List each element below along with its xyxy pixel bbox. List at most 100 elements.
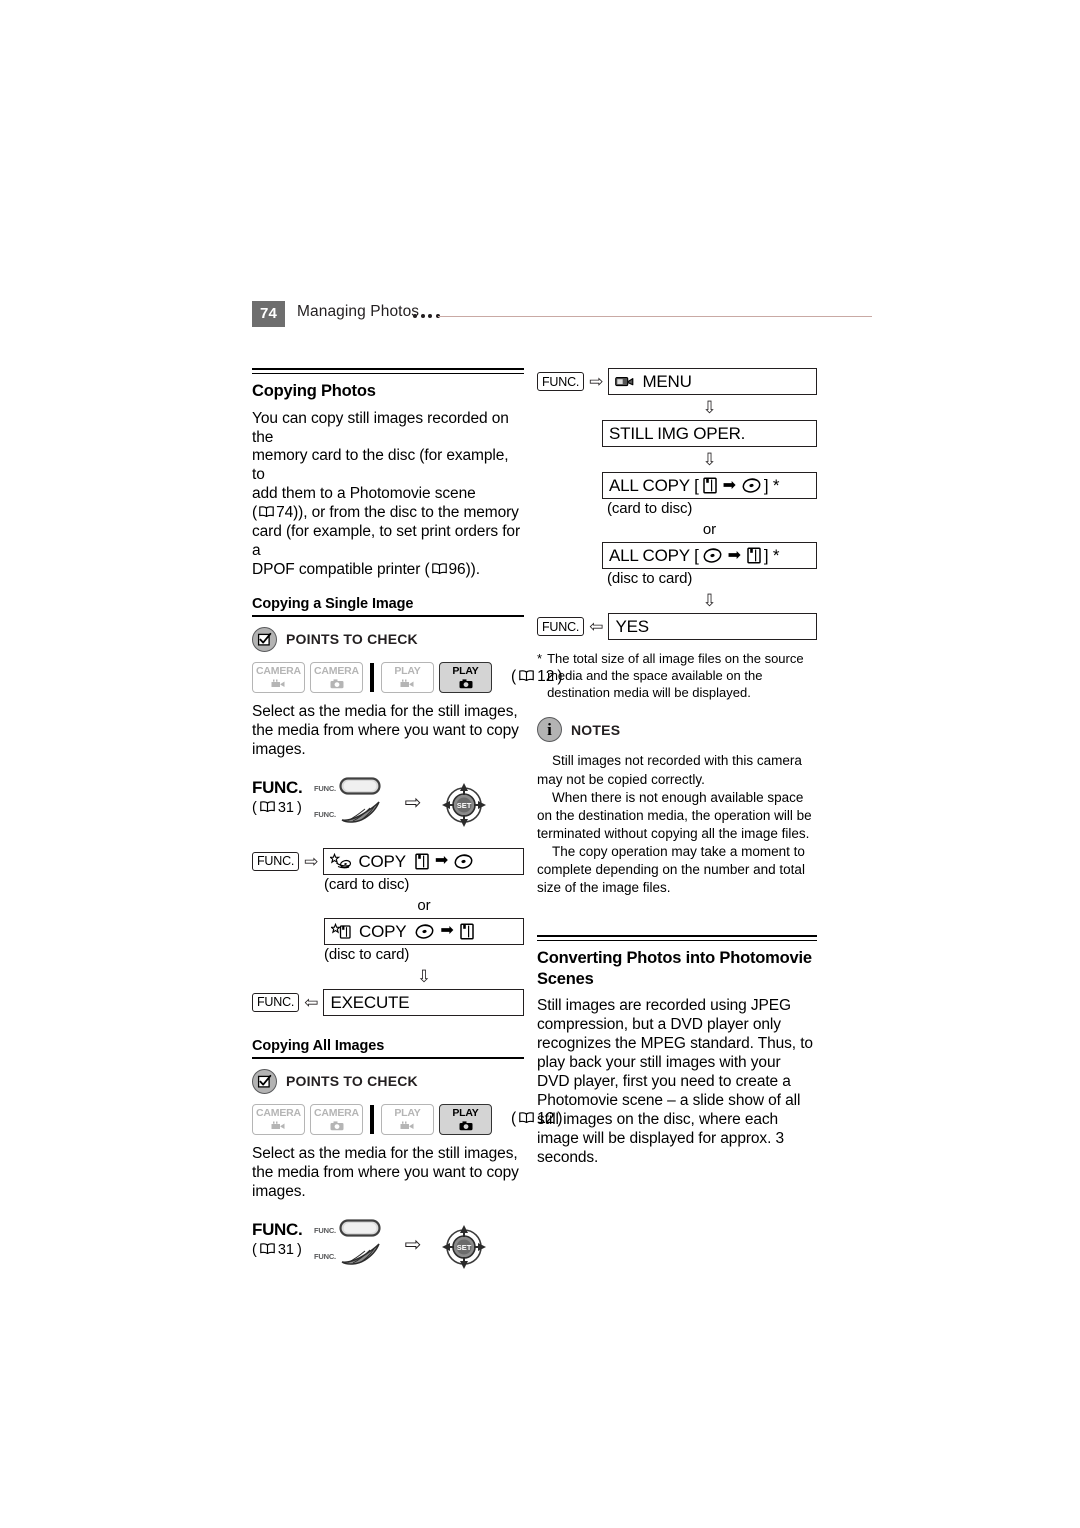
right-column: FUNC. ⇨ MENU ⇩ STILL IMG OPER. ⇩ ALL COP… bbox=[537, 368, 817, 1168]
menu-item-copy-disc-to-card[interactable]: COPY ➡ bbox=[324, 917, 524, 945]
movie-camera-icon bbox=[400, 1121, 415, 1131]
svg-text:SET: SET bbox=[457, 1243, 472, 1252]
func-key-button[interactable]: FUNC. bbox=[537, 617, 585, 636]
page-number: 74 bbox=[252, 301, 285, 327]
flow-row-still-img-oper: STILL IMG OPER. bbox=[602, 420, 817, 447]
intro-line-6-a: DPOF compatible printer ( bbox=[252, 560, 430, 578]
points-to-check-label: POINTS TO CHECK bbox=[286, 631, 418, 648]
func-key-button[interactable]: FUNC. bbox=[537, 372, 585, 391]
manual-page: 74 Managing Photos Copying Photos You ca… bbox=[0, 0, 1080, 1528]
mode-separator bbox=[370, 1104, 374, 1134]
section-rule-top bbox=[537, 935, 817, 942]
mode-separator bbox=[370, 662, 374, 692]
intro-line-1: You can copy still images recorded on th… bbox=[252, 409, 509, 446]
left-column: Copying Photos You can copy still images… bbox=[252, 368, 563, 1290]
section-title-copying-photos: Copying Photos bbox=[252, 382, 376, 400]
func-page-reference: ( 31) bbox=[252, 1241, 302, 1258]
mode-badge-camera-video: CAMERA bbox=[252, 1103, 305, 1135]
intro-line-2: memory card to the disc (for example, to bbox=[252, 447, 509, 484]
func-lever-icon bbox=[339, 800, 381, 829]
footnote: * The total size of all image files on t… bbox=[537, 650, 817, 701]
or-label-single: or bbox=[417, 896, 431, 914]
menu-item-all-copy-card-to-disc[interactable]: ALL COPY [ ➡ ] * bbox=[602, 472, 817, 499]
down-arrow-icon: ⇩ bbox=[702, 591, 717, 610]
left-arrow-icon: ⇦ bbox=[589, 617, 604, 636]
mode-label: PLAY bbox=[394, 1107, 421, 1120]
notes-callout: i NOTES bbox=[537, 717, 817, 743]
info-circle-icon: i bbox=[537, 717, 562, 743]
caption-card-to-disc: (card to disc) bbox=[607, 500, 693, 517]
func-lever-icon bbox=[339, 1242, 381, 1271]
menu-item-yes[interactable]: YES bbox=[608, 613, 817, 640]
instruction-text-all: Select as the media for the still images… bbox=[252, 1144, 519, 1200]
down-arrow-icon: ⇩ bbox=[702, 450, 717, 469]
note-item: When there is not enough available space… bbox=[537, 789, 812, 841]
footnote-text: The total size of all image files on the… bbox=[547, 651, 804, 701]
mode-badge-play-video: PLAY bbox=[381, 661, 434, 693]
subsection-title-single-image: Copying a Single Image bbox=[252, 595, 414, 612]
right-arrow-icon: ➡ bbox=[440, 922, 454, 940]
menu-item-all-copy-disc-to-card[interactable]: ALL COPY [ ➡ ] * bbox=[602, 542, 817, 569]
mode-label: PLAY bbox=[394, 665, 421, 678]
book-page-icon bbox=[260, 1242, 275, 1258]
book-page-icon bbox=[260, 800, 275, 816]
menu-item-label: STILL IMG OPER. bbox=[609, 424, 746, 443]
menu-item-label: COPY bbox=[359, 921, 407, 941]
note-item: Still images not recorded with this came… bbox=[537, 753, 802, 787]
still-camera-icon bbox=[459, 1121, 473, 1131]
func-button-row: FUNC. bbox=[314, 776, 392, 802]
menu-item-label-prefix: ALL COPY [ bbox=[609, 476, 699, 495]
mode-badge-camera-photo: CAMERA bbox=[310, 1103, 363, 1135]
menu-item-execute[interactable]: EXECUTE bbox=[323, 988, 524, 1016]
func-key-button[interactable]: FUNC. bbox=[252, 992, 300, 1012]
flow-row-all-copy-card-to-disc: ALL COPY [ ➡ ] * bbox=[602, 472, 817, 499]
movie-camera-icon bbox=[400, 679, 415, 689]
mode-label: PLAY bbox=[452, 665, 479, 678]
menu-item-still-img-oper[interactable]: STILL IMG OPER. bbox=[602, 420, 817, 447]
notes-label: NOTES bbox=[571, 721, 621, 738]
left-arrow-icon: ⇦ bbox=[304, 992, 319, 1012]
menu-item-menu[interactable]: MENU bbox=[608, 368, 817, 395]
section-title-converting-photos: Converting Photos into Photomovie Scenes bbox=[537, 949, 812, 988]
flow-row-yes: FUNC. ⇦ YES bbox=[537, 613, 817, 640]
joystick-icon: SET bbox=[434, 774, 494, 840]
menu-item-copy-card-to-disc[interactable]: COPY ➡ bbox=[323, 847, 524, 875]
func-button-illustrations: FUNC. FUNC. bbox=[314, 774, 392, 828]
menu-item-label-suffix: ] * bbox=[763, 546, 780, 565]
menu-item-label-prefix: ALL COPY [ bbox=[609, 546, 699, 565]
intro-line-4-a: ( bbox=[252, 504, 258, 522]
mode-label: CAMERA bbox=[256, 665, 301, 678]
intro-line-4-b: 74)), or from the disc to the memory bbox=[276, 504, 519, 522]
caption-disc-to-card: (disc to card) bbox=[324, 945, 410, 963]
func-lever-row: FUNC. bbox=[314, 1242, 392, 1271]
func-page-reference: ( 31) bbox=[252, 799, 302, 816]
points-to-check-label: POINTS TO CHECK bbox=[286, 1073, 418, 1090]
menu-item-label-suffix: ] * bbox=[763, 476, 780, 495]
svg-text:SET: SET bbox=[457, 801, 472, 810]
mode-label: PLAY bbox=[452, 1107, 479, 1120]
flow-row-copy-disc-to-card: COPY ➡ bbox=[324, 917, 524, 945]
right-arrow-icon: ⇨ bbox=[304, 851, 319, 871]
star-disc-icon bbox=[329, 922, 352, 940]
func-key-button[interactable]: FUNC. bbox=[252, 851, 300, 871]
header-rule bbox=[438, 316, 872, 318]
still-camera-icon bbox=[459, 679, 473, 689]
converting-paragraph: Still images are recorded using JPEG com… bbox=[537, 997, 813, 1166]
or-label-right: or bbox=[702, 521, 717, 538]
points-to-check-callout-all: POINTS TO CHECK bbox=[252, 1068, 524, 1094]
right-arrow-icon: ➡ bbox=[434, 852, 449, 870]
movie-camera-icon bbox=[271, 679, 286, 689]
movie-camera-icon bbox=[271, 1121, 286, 1131]
page-header: 74 Managing Photos bbox=[252, 301, 872, 329]
right-arrow-icon: ➡ bbox=[727, 546, 741, 564]
func-button-tag: FUNC. bbox=[314, 784, 336, 794]
down-arrow-icon: ⇩ bbox=[702, 398, 717, 417]
right-arrow-icon: ⇨ bbox=[404, 1233, 422, 1256]
notes-body: Still images not recorded with this came… bbox=[537, 752, 817, 897]
card-icon bbox=[747, 547, 761, 564]
intro-paragraph: You can copy still images recorded on th… bbox=[252, 410, 524, 580]
star-card-icon bbox=[329, 852, 352, 870]
points-to-check-callout-single: POINTS TO CHECK bbox=[252, 626, 524, 652]
mode-badge-play-photo: PLAY bbox=[439, 1103, 492, 1135]
